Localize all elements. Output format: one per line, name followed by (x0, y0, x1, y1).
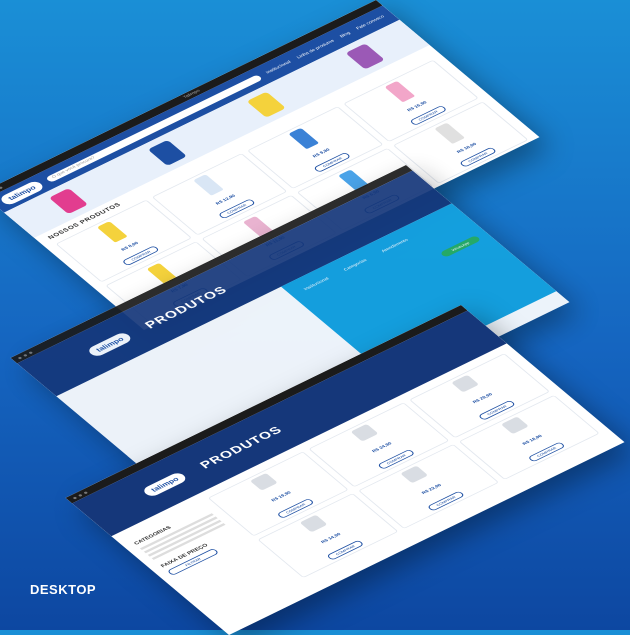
site-logo[interactable]: talimpo (140, 470, 189, 498)
buy-button[interactable]: COMPRAR (527, 441, 566, 463)
footer-col-atendimento[interactable]: Atendimento (381, 238, 410, 254)
product-price: R$ 9,90 (311, 147, 332, 159)
window-dot-icon (28, 350, 33, 354)
product-price: R$ 18,90 (521, 433, 544, 446)
product-price: R$ 10,90 (455, 141, 478, 155)
mockup-stage: Talimpo talimpo O que você procura? Inst… (0, 0, 630, 635)
product-price: R$ 14,90 (319, 531, 342, 545)
window-dot-icon (83, 490, 88, 494)
product-price: R$ 15,90 (405, 100, 429, 113)
window-dot-icon (77, 493, 83, 497)
caption-label: DESKTOP (30, 582, 97, 597)
nav-item-blog[interactable]: Blog (339, 31, 352, 39)
product-price: R$ 22,90 (420, 482, 443, 496)
product-image[interactable] (97, 220, 128, 243)
buy-button[interactable]: COMPRAR (326, 539, 365, 561)
hero-product-image[interactable] (246, 91, 286, 118)
footer-col-institucional[interactable]: Institucional (303, 277, 331, 292)
hero-product-image[interactable] (48, 188, 89, 215)
hero-product-image[interactable] (345, 43, 385, 70)
product-price: R$ 8,90 (119, 240, 140, 252)
site-logo[interactable]: talimpo (85, 330, 134, 358)
product-image[interactable] (400, 465, 429, 484)
product-image[interactable] (249, 472, 278, 491)
product-image[interactable] (384, 80, 416, 103)
product-image[interactable] (192, 174, 224, 196)
footer-col-categorias[interactable]: Categorias (343, 258, 369, 272)
product-price: R$ 24,90 (370, 441, 393, 454)
product-image[interactable] (451, 374, 480, 393)
product-price: R$ 19,90 (270, 490, 293, 503)
product-price: R$ 12,90 (214, 193, 237, 206)
product-image[interactable] (299, 514, 328, 533)
product-image[interactable] (500, 416, 529, 435)
window-dot-icon (72, 496, 77, 500)
product-image[interactable] (433, 122, 465, 145)
product-image[interactable] (288, 127, 320, 150)
product-image[interactable] (350, 423, 379, 442)
window-dot-icon (0, 185, 3, 189)
buy-button[interactable]: COMPRAR (426, 490, 466, 512)
product-price: R$ 29,90 (471, 392, 494, 405)
filter-sidebar: CATEGORIAS FAIXA DE PREÇO FILTRAR (133, 508, 244, 576)
window-dot-icon (22, 353, 28, 357)
hero-product-image[interactable] (147, 139, 188, 166)
window-dot-icon (17, 356, 22, 360)
